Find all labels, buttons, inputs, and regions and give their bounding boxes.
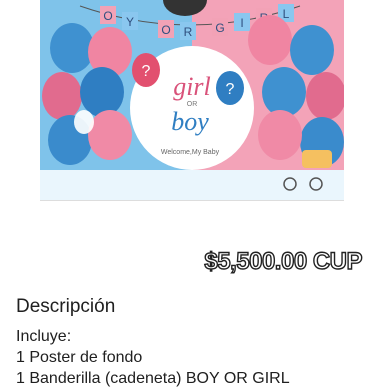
description-line: 1 Poster de fondo <box>16 349 143 366</box>
banner-letter: L <box>283 7 290 21</box>
balloons-left <box>42 23 132 165</box>
banner-letter: I <box>240 16 243 30</box>
balloons-right <box>248 15 344 167</box>
balloon-mark: ? <box>142 63 151 80</box>
poster-title-girl: girl <box>173 72 211 101</box>
description-line: 1 Banderilla (cadeneta) BOY OR GIRL <box>16 370 290 387</box>
banner-letter: O <box>103 9 112 23</box>
banner-letter: G <box>215 21 224 35</box>
banner-letter: Y <box>126 15 134 29</box>
poster-title-boy: boy <box>171 107 209 136</box>
description-title: Descripción <box>16 296 116 317</box>
description-line: Incluye: <box>16 328 72 345</box>
banner-letter: R <box>184 25 193 39</box>
product-image[interactable]: O Y O R G I R L <box>40 0 344 201</box>
banner-letter: O <box>161 23 170 37</box>
poster-subtitle: Welcome,My Baby <box>161 149 220 156</box>
balloon-mark: ? <box>226 81 235 98</box>
product-price: $5,500.00 CUP <box>204 247 364 275</box>
description-body: Incluye: 1 Poster de fondo 1 Banderilla … <box>16 326 290 389</box>
